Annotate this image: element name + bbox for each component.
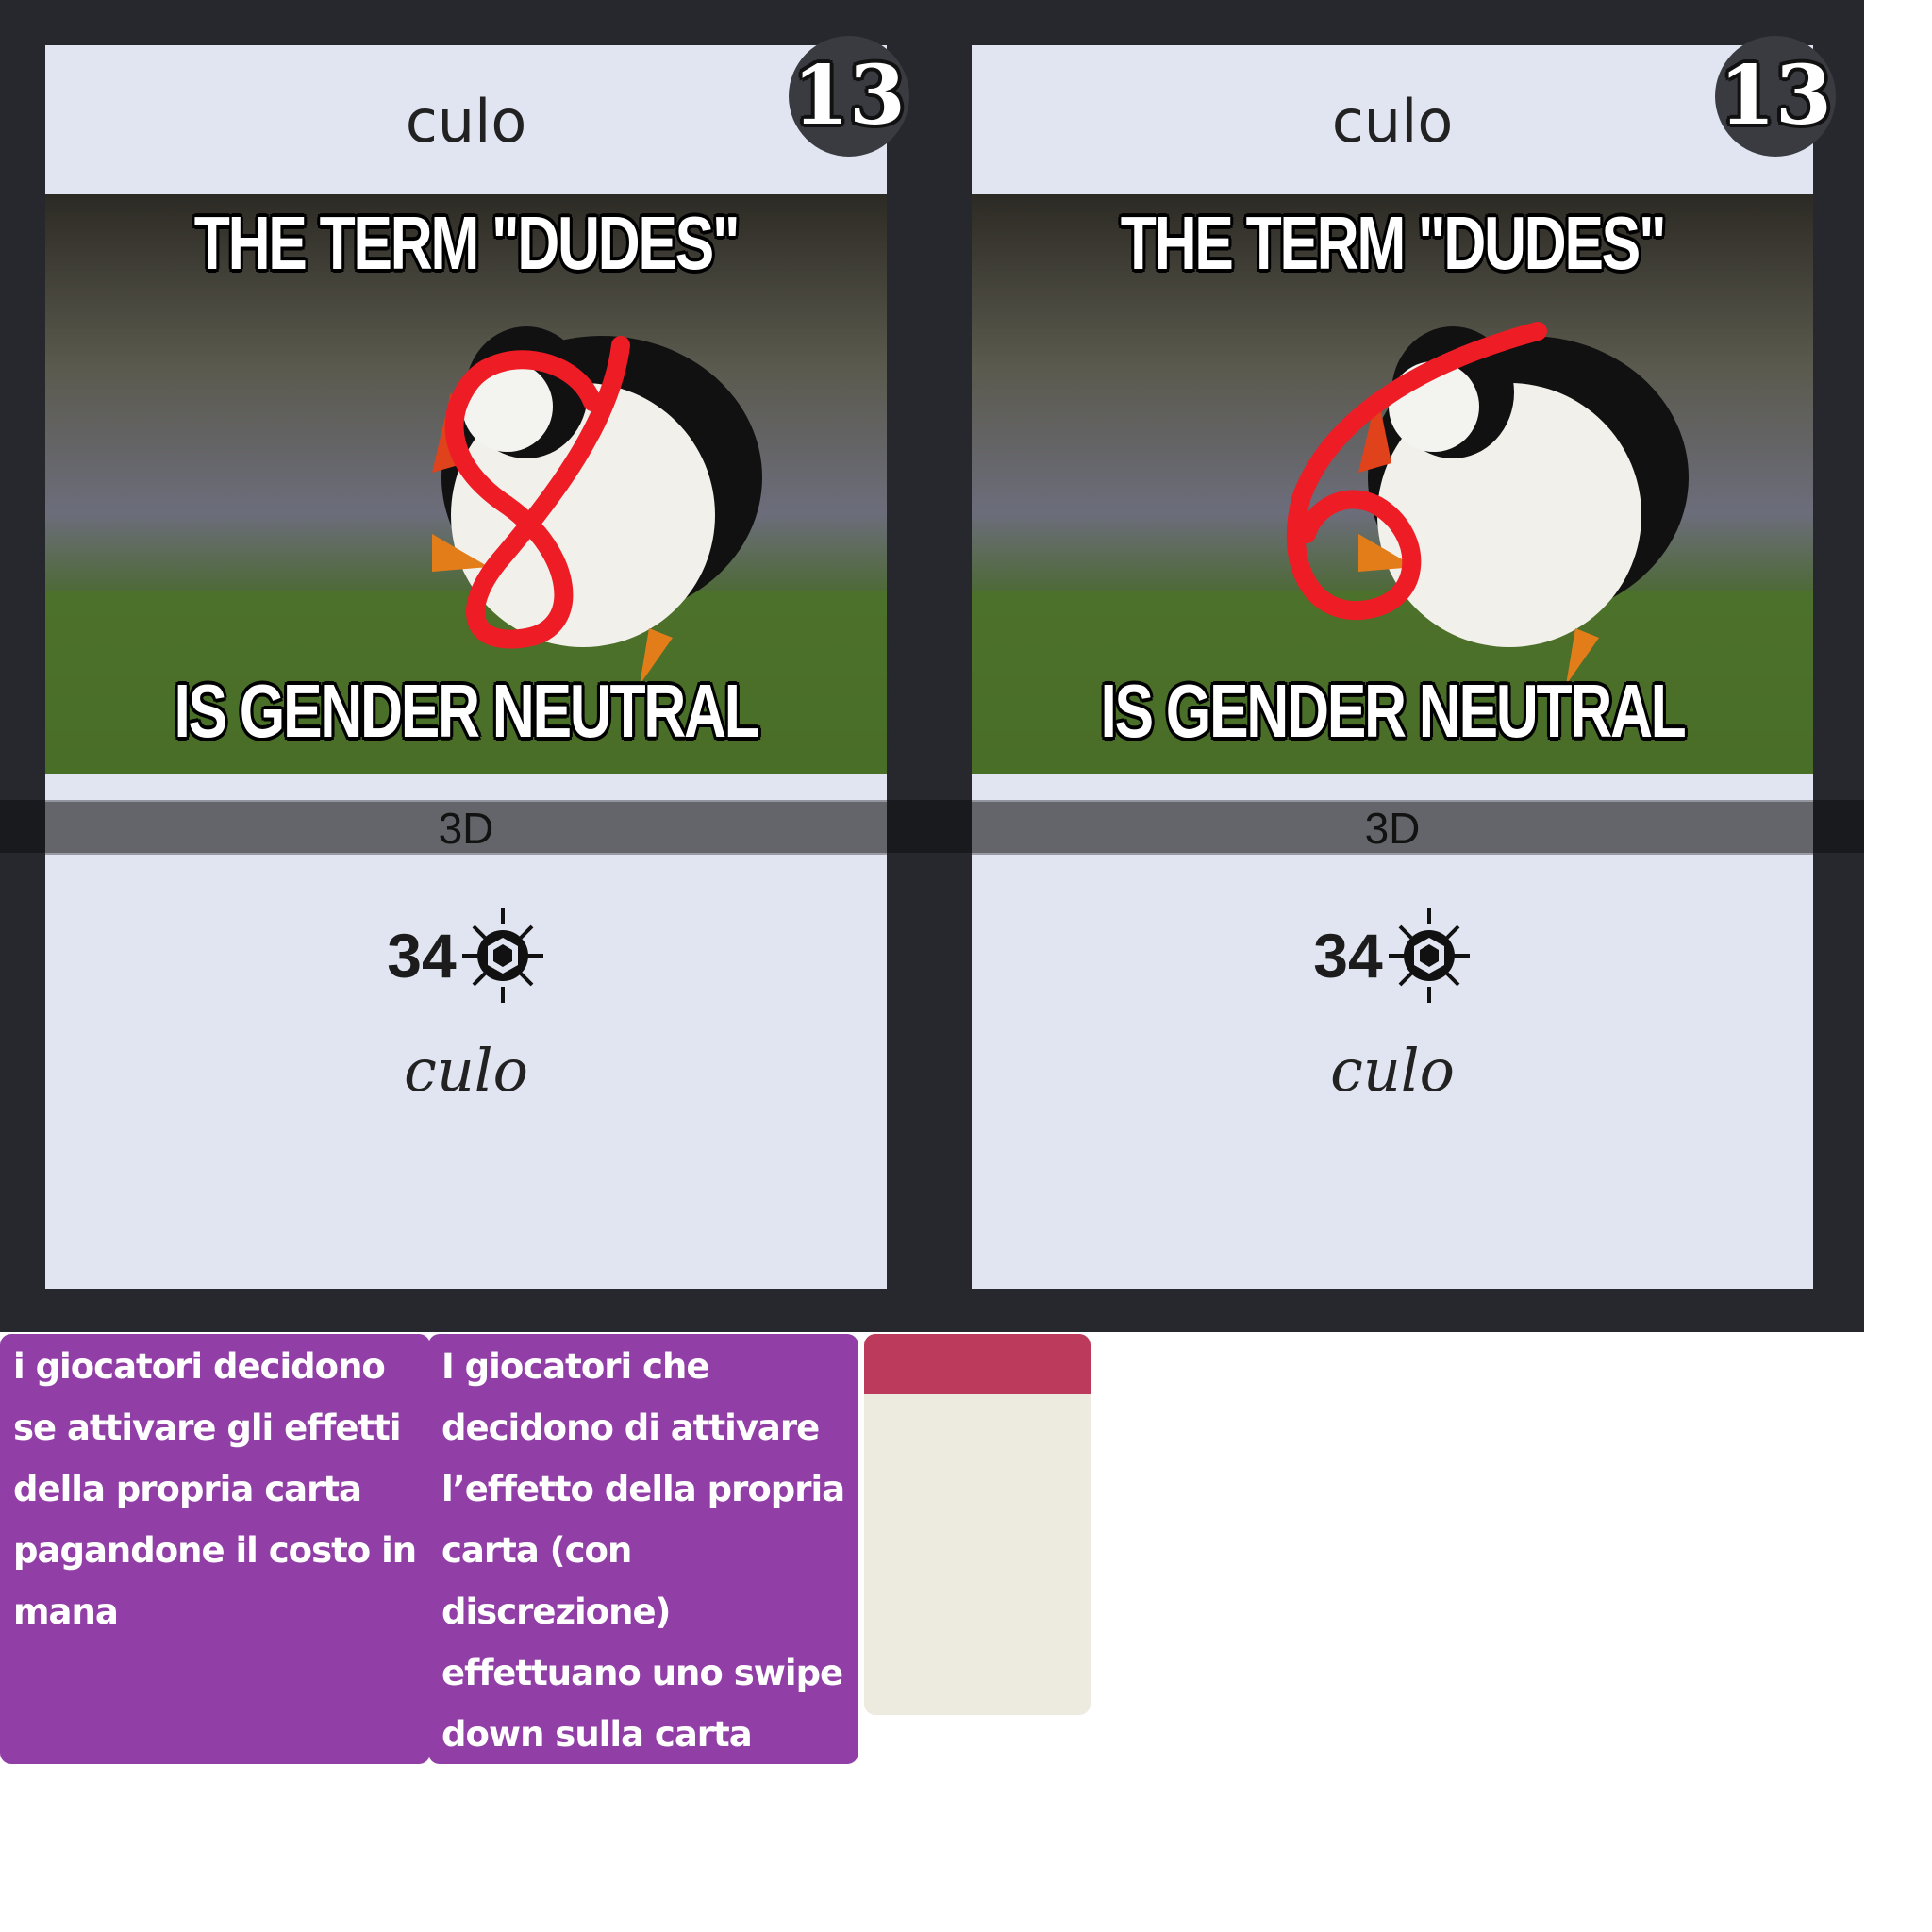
sticky-note-1[interactable]: i giocatori decidono se attivare gli eff… [0,1334,430,1764]
stat-row: 34 [972,904,1813,1008]
card-board: culo 13 THE TERM "DUDES" IS GENDER NEUTR… [0,0,1864,1332]
sun-hexagon-icon [461,908,543,1003]
sticky-note-2[interactable]: I giocatori che decidono di attivare l’e… [428,1334,858,1764]
memo-header [864,1334,1091,1394]
stat-value: 34 [387,921,457,991]
card-description: culo [1330,1036,1455,1105]
stat-value: 34 [1313,921,1383,991]
puffin-image [972,194,1813,774]
card-description: culo [404,1036,528,1105]
card-1[interactable]: culo 13 THE TERM "DUDES" IS GENDER NEUTR… [45,36,909,1289]
card-title: culo [1331,86,1454,156]
card-art: THE TERM "DUDES" IS GENDER NEUTRAL [972,194,1813,774]
card-title: culo [405,86,527,156]
divider-band [0,800,1864,853]
cost-value: 13 [1719,48,1832,143]
cost-badge: 13 [789,36,909,157]
puffin-image [45,194,887,774]
cost-badge: 13 [1715,36,1836,157]
card-2[interactable]: culo 13 THE TERM "DUDES" IS GENDER NEUTR… [972,36,1836,1289]
card-art: THE TERM "DUDES" IS GENDER NEUTRAL [45,194,887,774]
memo-card[interactable] [864,1334,1091,1715]
sun-hexagon-icon [1388,908,1470,1003]
stat-row: 34 [45,904,887,1008]
cost-value: 13 [792,48,906,143]
